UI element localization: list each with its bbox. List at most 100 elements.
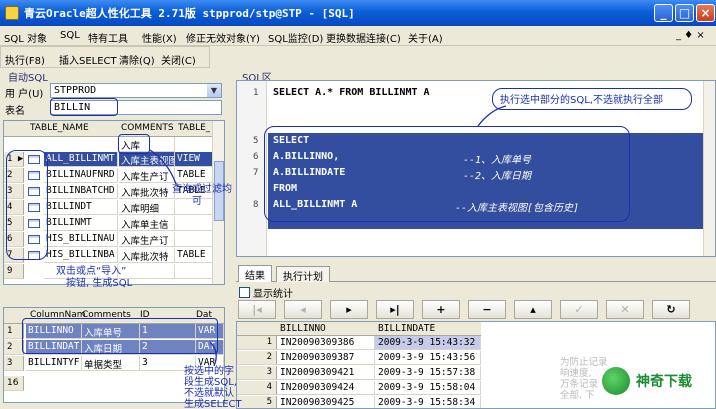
billindate-cell: 2009-3-9 15:57:38 [375, 366, 481, 380]
minimize-button[interactable]: _ [654, 4, 673, 22]
menu-sql[interactable]: SQL [60, 30, 80, 41]
show-stats-row[interactable]: 显示统计 [239, 285, 293, 300]
line-number: 8 [253, 200, 259, 210]
table-comment-cell: 入库单主信 [119, 216, 175, 231]
annotation-filter-outline [118, 134, 150, 154]
col-billindate[interactable]: BILLINDATE [375, 322, 481, 336]
row-number: 4 [237, 381, 277, 395]
refresh-button[interactable]: ↻ [652, 300, 690, 319]
row-number: 1 [237, 336, 277, 350]
row-number: 3 [237, 366, 277, 380]
show-stats-checkbox[interactable] [239, 287, 250, 298]
tables-grid-scrollbar[interactable] [212, 121, 224, 284]
table-comment-cell: 入库生产订 [119, 232, 175, 247]
user-select[interactable]: STPPROD ▼ [50, 83, 222, 98]
billinno-cell: IN20090309387 [277, 351, 375, 365]
line-number: 7 [253, 168, 259, 178]
watermark-text-2: 响速度, [560, 368, 592, 379]
splitter-left[interactable] [3, 290, 225, 294]
table-type-cell [175, 232, 214, 247]
watermark-text-3: 万条记录 [560, 379, 599, 390]
table-comment-cell: 入库明细 [119, 200, 175, 215]
row-number: 1 [4, 324, 24, 339]
annotation-tablename-outline [50, 98, 118, 116]
annotation-import-hint-2: 按钮, 生成SQL [66, 278, 133, 289]
editor-scrollbar[interactable] [703, 81, 715, 256]
menu-special-tools[interactable]: 特有工具 [88, 30, 128, 45]
app-icon [5, 6, 19, 20]
annotation-table-rows-outline [6, 150, 48, 260]
tab-execution-plan[interactable]: 执行计划 [276, 266, 330, 283]
watermark-text-1: 为防止记录 [560, 357, 608, 368]
column-comment-cell: 单据类型 [82, 356, 140, 371]
line-number: 5 [253, 136, 259, 146]
user-select-value: STPPROD [54, 85, 97, 96]
delete-record-button[interactable]: − [468, 300, 506, 319]
annotation-columns-outline [22, 318, 218, 354]
next-record-button[interactable]: ▸ [330, 300, 368, 319]
table-type-cell [175, 216, 214, 231]
close-sql-button[interactable]: 关闭(C) [161, 52, 196, 67]
annotation-columns-arrow [209, 341, 217, 367]
line-number: 1 [253, 88, 259, 98]
watermark: 为防止记录 响速度, 万条记录 全部, 下 神奇下载 [560, 357, 716, 409]
billindate-cell: 2009-3-9 15:58:34 [375, 396, 481, 408]
col-comments[interactable]: COMMENTS [121, 123, 174, 133]
table-name-cell: BILLINAUFNRD [44, 168, 118, 183]
tab-results[interactable]: 结果 [238, 265, 272, 282]
annotation-filter-hint-2: 可 [192, 196, 202, 207]
billindate-cell: 2009-3-9 15:43:32 [375, 336, 481, 350]
brand-name: 神奇下载 [636, 374, 692, 390]
menu-change-connection[interactable]: 更换数据连接(C) [326, 30, 401, 45]
code-line[interactable]: SELECT A.* FROM BILLINMT A [273, 87, 430, 98]
cancel-record-button[interactable]: ✕ [606, 300, 644, 319]
billindate-cell: 2009-3-9 15:58:04 [375, 381, 481, 395]
table-name-label: 表名 [5, 106, 25, 117]
menu-fix-invalid[interactable]: 修正无效对象(Y) [186, 30, 260, 45]
show-stats-label: 显示统计 [253, 289, 293, 300]
first-record-button[interactable]: |◂ [238, 300, 276, 319]
annotation-columns-hint-4: 生成SELECT [184, 399, 242, 409]
grid-navigator: |◂ ◂ ▸ ▸| + − ▴ ✓ ✕ ↻ [238, 300, 716, 320]
table-name-cell: BILLINBATCHD [44, 184, 118, 199]
auto-sql-caption: 自动SQL [8, 73, 48, 84]
watermark-text-4: 全部, 下 [560, 390, 595, 401]
result-row[interactable]: 1 IN20090309386 2009-3-9 15:43:32 [237, 336, 715, 350]
edit-record-button[interactable]: ▴ [514, 300, 552, 319]
menu-bar: SQL 对象 SQL 特有工具 性能(X) 修正无效对象(Y) SQL监控(D)… [0, 26, 716, 46]
annotation-editor-hint-outline [492, 88, 692, 110]
insert-select-button[interactable]: 插入SELECT [59, 52, 117, 67]
annotation-arrow [477, 105, 507, 127]
menu-object[interactable]: SQL 对象 [4, 30, 47, 45]
prior-record-button[interactable]: ◂ [284, 300, 322, 319]
chevron-down-icon[interactable]: ▼ [207, 84, 221, 97]
insert-record-button[interactable]: + [422, 300, 460, 319]
col-table-type[interactable]: TABLE_ [178, 123, 210, 133]
table-name-cell: BILLINMT [44, 216, 118, 231]
table-name-cell: HIS_BILLINAU [44, 232, 118, 247]
menu-sql-monitor[interactable]: SQL监控(D) [268, 30, 323, 45]
mdi-controls[interactable]: _ ♦ × [676, 30, 705, 41]
brand-logo-icon [602, 367, 630, 395]
execute-button[interactable]: 执行(F8) [5, 52, 45, 67]
last-record-button[interactable]: ▸| [376, 300, 414, 319]
maximize-button[interactable]: □ [675, 4, 694, 22]
clear-button[interactable]: 清除(Q) [119, 52, 155, 67]
row-number: 3 [4, 356, 24, 371]
billinno-cell: IN20090309421 [277, 366, 375, 380]
col-billinno[interactable]: BILLINNO [277, 322, 375, 336]
annotation-columns-hint-3: 不选就默认 [184, 388, 234, 399]
menu-about[interactable]: 关于(A) [408, 30, 443, 45]
result-corner [237, 322, 277, 336]
col-table-name[interactable]: TABLE_NAME [30, 123, 89, 133]
row-number: 16 [4, 376, 24, 391]
editor-result-splitter[interactable] [236, 257, 716, 265]
post-record-button[interactable]: ✓ [560, 300, 598, 319]
menu-performance[interactable]: 性能(X) [142, 30, 177, 45]
row-number: 2 [4, 340, 24, 355]
close-button[interactable]: × [696, 4, 715, 22]
tables-grid-header: TABLE_NAME COMMENTS TABLE_ [4, 121, 214, 137]
column-name-cell: BILLINTYF [26, 356, 82, 371]
table-name-cell: HIS_BILLINBA [44, 248, 118, 263]
annotation-selection-outline [264, 126, 630, 222]
